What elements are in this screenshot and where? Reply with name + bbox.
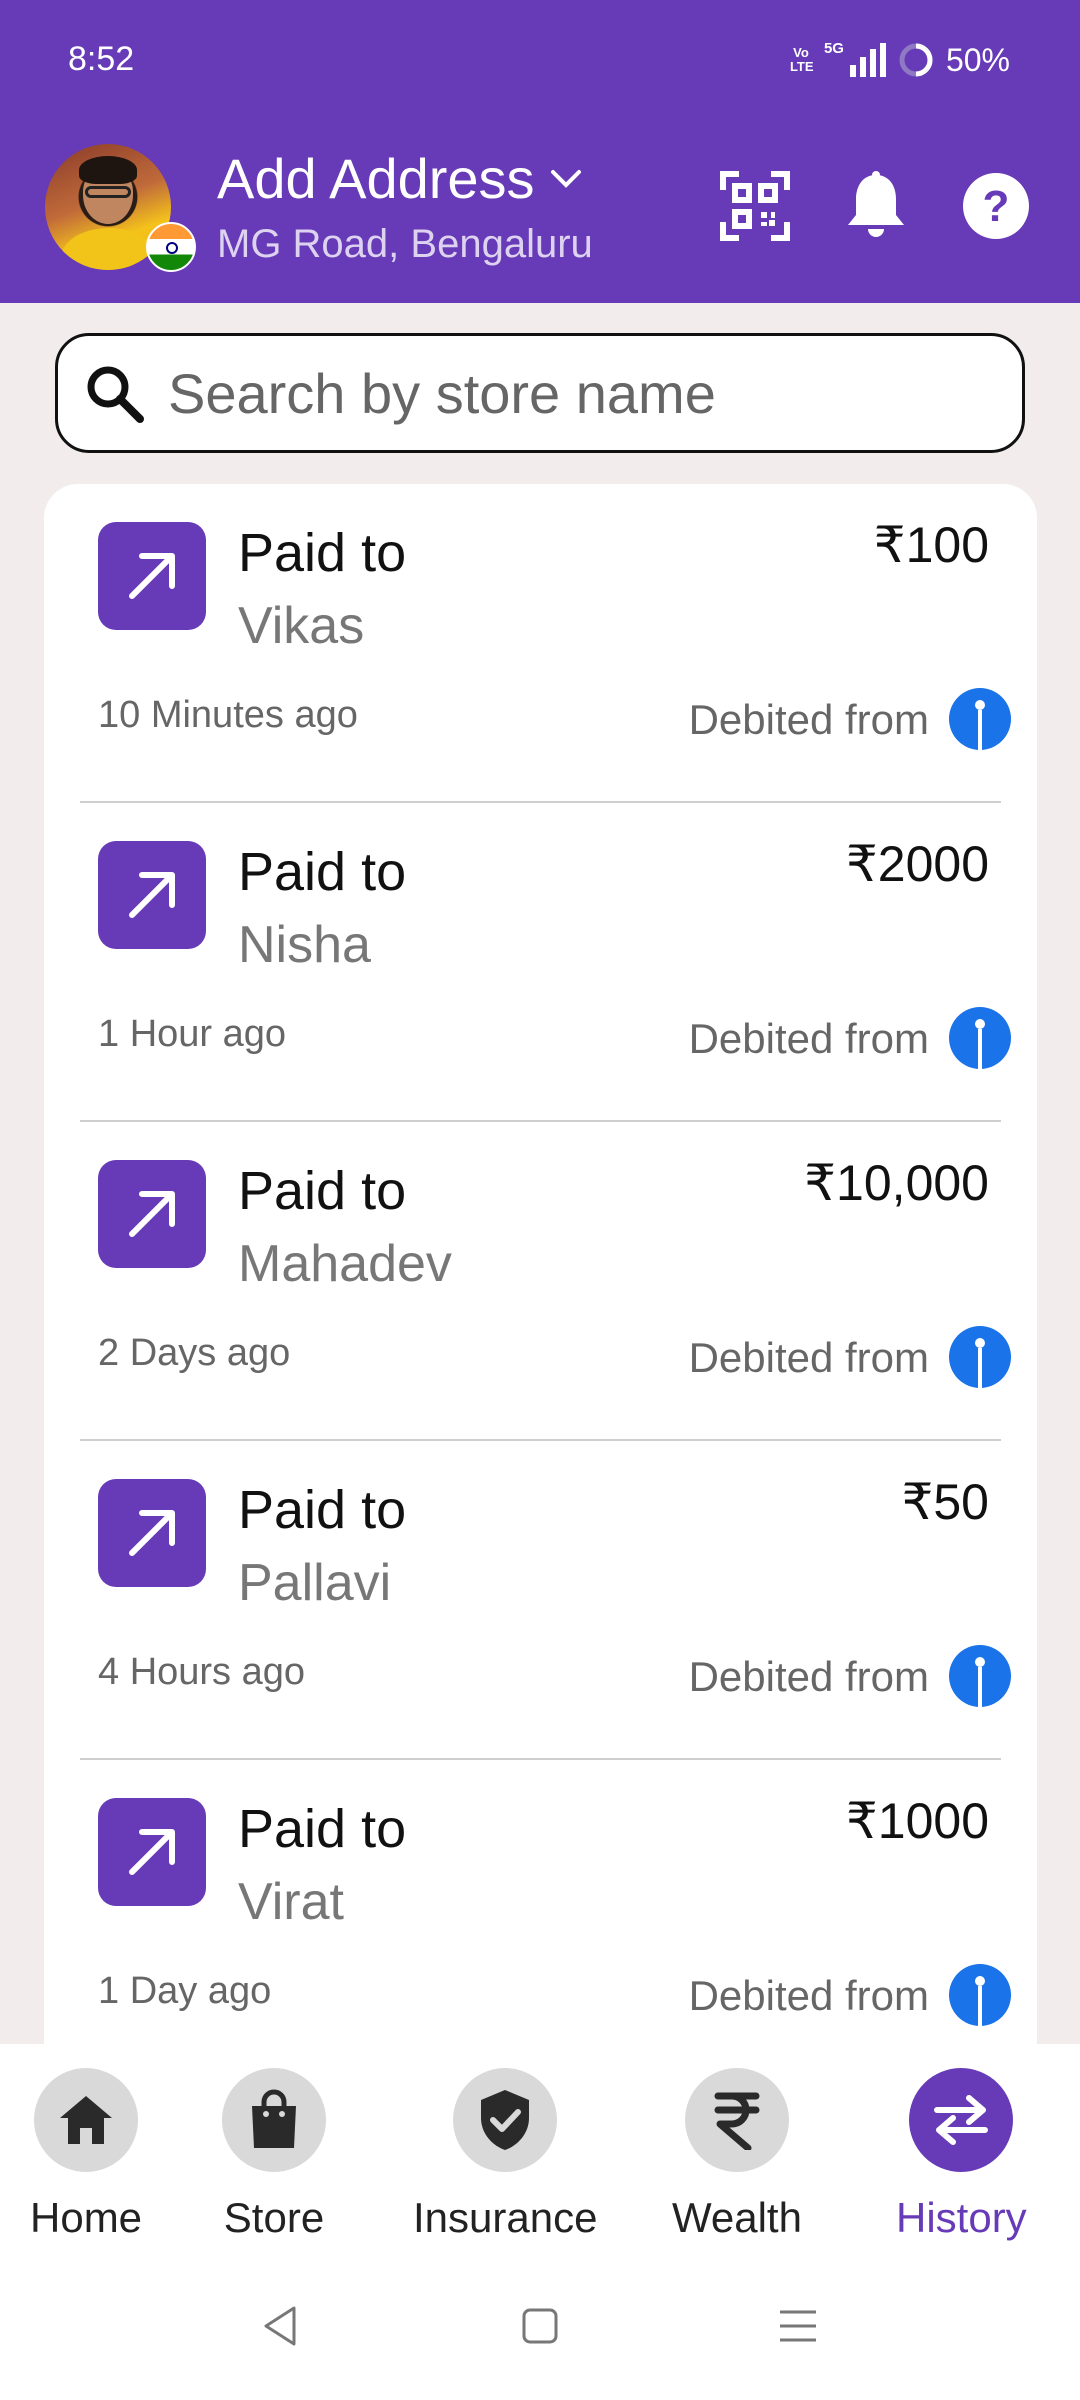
- transaction-time: 2 Days ago: [98, 1332, 291, 1374]
- transaction-list: Paid to Vikas ₹100 10 Minutes ago Debite…: [44, 484, 1037, 2044]
- payee-name: Virat: [238, 1873, 344, 1931]
- bank-logo-icon: [949, 688, 1011, 750]
- sent-arrow-icon: [98, 1160, 206, 1268]
- notification-bell-icon[interactable]: [838, 168, 914, 244]
- sent-arrow-icon: [98, 841, 206, 949]
- payee-name: Mahadev: [238, 1235, 452, 1293]
- nav-history[interactable]: History: [896, 2068, 1027, 2242]
- shopping-bag-icon: [222, 2068, 326, 2172]
- transaction-time: 10 Minutes ago: [98, 694, 358, 736]
- transaction-title: Paid to: [238, 523, 407, 583]
- search-icon: [87, 366, 144, 423]
- battery-percent: 50%: [945, 41, 1010, 78]
- help-icon[interactable]: ?: [958, 168, 1034, 244]
- store-search-bar[interactable]: [55, 333, 1025, 453]
- system-back-button[interactable]: [250, 2296, 310, 2356]
- network-type: 5G: [823, 40, 844, 57]
- nav-label: Wealth: [672, 2194, 802, 2241]
- app-header: 8:52 Vo LTE 5G 50% Add Address MG Road, …: [0, 0, 1080, 303]
- sent-arrow-icon: [98, 1798, 206, 1906]
- india-flag-icon: [146, 222, 196, 272]
- transaction-title: Paid to: [238, 1480, 407, 1540]
- rupee-icon: [684, 2068, 789, 2172]
- nav-store[interactable]: Store: [222, 2068, 326, 2242]
- transaction-title: Paid to: [238, 1799, 407, 1859]
- debited-from-label: Debited from: [688, 1972, 929, 2019]
- debited-from-label: Debited from: [688, 1334, 929, 1381]
- address-subtitle: MG Road, Bengaluru: [217, 222, 593, 266]
- nav-label: Store: [223, 2194, 325, 2241]
- bank-logo-icon: [949, 1645, 1011, 1707]
- nav-label: History: [896, 2194, 1027, 2241]
- payee-name: Vikas: [238, 597, 365, 655]
- home-icon: [34, 2068, 139, 2172]
- search-input[interactable]: [168, 360, 988, 426]
- bank-logo-icon: [949, 1964, 1011, 2026]
- address-selector[interactable]: Add Address: [217, 146, 583, 211]
- volte-indicator: Vo LTE: [789, 45, 814, 74]
- transaction-row[interactable]: Paid to Pallavi ₹50 4 Hours ago Debited …: [80, 1441, 1011, 1760]
- nav-insurance[interactable]: Insurance: [413, 2068, 597, 2242]
- sent-arrow-icon: [98, 1479, 206, 1587]
- debited-from-label: Debited from: [688, 696, 929, 743]
- nav-wealth[interactable]: Wealth: [672, 2068, 802, 2242]
- payee-name: Nisha: [238, 916, 371, 974]
- transaction-row[interactable]: Paid to Vikas ₹100 10 Minutes ago Debite…: [80, 484, 1011, 803]
- qr-scanner-icon[interactable]: [717, 168, 793, 244]
- address-title: Add Address: [217, 147, 535, 210]
- status-icons: Vo LTE 5G 50%: [790, 38, 1010, 82]
- signal-strength-icon: [849, 43, 886, 77]
- transaction-row[interactable]: Paid to Virat ₹1000 1 Day ago Debited fr…: [80, 1760, 1011, 2044]
- transaction-row[interactable]: Paid to Nisha ₹2000 1 Hour ago Debited f…: [80, 803, 1011, 1122]
- system-menu-button[interactable]: [768, 2296, 828, 2356]
- transaction-time: 1 Hour ago: [98, 1013, 287, 1055]
- transaction-amount: ₹2000: [845, 836, 989, 892]
- transaction-time: 4 Hours ago: [98, 1651, 306, 1693]
- nav-home[interactable]: Home: [30, 2068, 142, 2242]
- shield-check-icon: [453, 2068, 558, 2172]
- nav-label: Insurance: [413, 2194, 598, 2241]
- chevron-down-icon: [550, 169, 581, 188]
- transaction-amount: ₹50: [901, 1474, 989, 1530]
- sent-arrow-icon: [98, 522, 206, 630]
- transaction-title: Paid to: [238, 1161, 407, 1221]
- transaction-time: 1 Day ago: [98, 1970, 272, 2012]
- svg-text:?: ?: [983, 182, 1010, 231]
- transaction-row[interactable]: Paid to Mahadev ₹10,000 2 Days ago Debit…: [80, 1122, 1011, 1441]
- transfer-arrows-icon: [909, 2068, 1014, 2172]
- payee-name: Pallavi: [238, 1554, 392, 1612]
- debited-from-label: Debited from: [688, 1015, 929, 1062]
- bank-logo-icon: [949, 1007, 1011, 1069]
- transaction-amount: ₹1000: [845, 1793, 989, 1849]
- system-home-button[interactable]: [510, 2296, 570, 2356]
- status-time: 8:52: [68, 40, 135, 78]
- transaction-title: Paid to: [238, 842, 407, 902]
- nav-label: Home: [30, 2194, 143, 2241]
- debited-from-label: Debited from: [688, 1653, 929, 1700]
- transaction-amount: ₹100: [873, 517, 989, 573]
- battery-ring-icon: [899, 43, 933, 77]
- bank-logo-icon: [949, 1326, 1011, 1388]
- transaction-amount: ₹10,000: [804, 1155, 989, 1211]
